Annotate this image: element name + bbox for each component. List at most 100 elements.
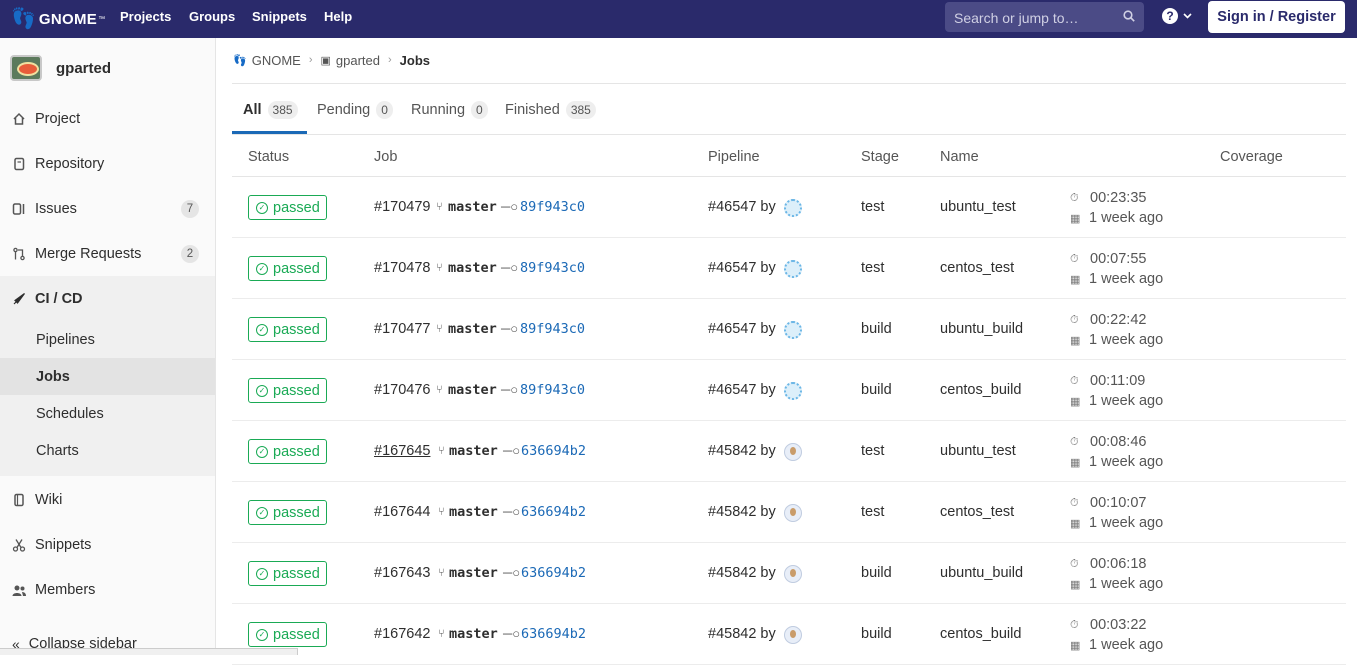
job-duration: 00:06:18 xyxy=(1090,556,1147,572)
search-input[interactable]: Search or jump to… xyxy=(945,2,1144,32)
column-header-coverage: Coverage xyxy=(1220,149,1283,165)
tab-finished[interactable]: Finished 385 xyxy=(505,100,596,120)
branch-name-link[interactable]: master xyxy=(449,504,498,520)
sidebar-item-issues[interactable]: Issues 7 xyxy=(0,186,215,231)
sidebar-item-merge-requests[interactable]: Merge Requests 2 xyxy=(0,231,215,276)
pipeline-link[interactable]: #45842 by xyxy=(708,626,776,642)
project-header[interactable]: gparted xyxy=(10,55,111,81)
commit-sha-link[interactable]: 89f943c0 xyxy=(520,199,585,215)
submenu-item-pipelines[interactable]: Pipelines xyxy=(0,321,215,358)
pipeline-link[interactable]: #46547 by xyxy=(708,260,776,276)
job-id-link[interactable]: #170478 xyxy=(374,260,430,276)
user-avatar[interactable] xyxy=(784,626,802,644)
user-avatar[interactable] xyxy=(784,504,802,522)
stopwatch-icon: ⏱ xyxy=(1070,497,1079,509)
stopwatch-icon: ⏱ xyxy=(1070,436,1079,448)
job-name: centos_build xyxy=(940,382,1022,398)
sidebar-item-members[interactable]: Members xyxy=(0,567,215,612)
sidebar-item-snippets[interactable]: Snippets xyxy=(0,522,215,567)
top-navbar: 👣 GNOME ™ Projects Groups Snippets Help … xyxy=(0,0,1357,38)
submenu-item-charts[interactable]: Charts xyxy=(0,432,215,469)
job-id-link[interactable]: #170477 xyxy=(374,321,430,337)
tab-running[interactable]: Running 0 xyxy=(411,100,488,120)
sidebar-item-repository[interactable]: Repository xyxy=(0,141,215,186)
job-id-link[interactable]: #167645 xyxy=(374,443,430,459)
sidebar-item-ci-cd[interactable]: CI / CD xyxy=(0,276,215,321)
user-avatar[interactable] xyxy=(784,321,802,339)
job-id-link[interactable]: #170476 xyxy=(374,382,430,398)
status-badge[interactable]: ✓ passed xyxy=(248,317,327,342)
tab-all[interactable]: All 385 xyxy=(243,100,298,120)
nav-snippets[interactable]: Snippets xyxy=(252,9,307,24)
job-name: centos_build xyxy=(940,626,1022,642)
status-badge[interactable]: ✓ passed xyxy=(248,195,327,220)
user-avatar[interactable] xyxy=(784,443,802,461)
branch-name-link[interactable]: master xyxy=(449,626,498,642)
branch-icon: ⑂ xyxy=(436,384,443,396)
status-badge[interactable]: ✓ passed xyxy=(248,256,327,281)
status-badge[interactable]: ✓ passed xyxy=(248,561,327,586)
commit-sha-link[interactable]: 636694b2 xyxy=(521,443,586,459)
pipeline-link[interactable]: #46547 by xyxy=(708,321,776,337)
commit-sha-link[interactable]: 636694b2 xyxy=(521,504,586,520)
breadcrumb-project[interactable]: gparted xyxy=(336,53,380,68)
branch-name-link[interactable]: master xyxy=(448,382,497,398)
sidebar-item-project[interactable]: Project xyxy=(0,96,215,141)
help-dropdown[interactable]: ? xyxy=(1162,8,1192,24)
job-finished-time: 1 week ago xyxy=(1089,576,1164,592)
branch-name-link[interactable]: master xyxy=(449,565,498,581)
commit-icon: ─○ xyxy=(501,260,519,275)
user-avatar[interactable] xyxy=(784,260,802,278)
commit-sha-link[interactable]: 636694b2 xyxy=(521,626,586,642)
job-id-link[interactable]: #167644 xyxy=(374,504,430,520)
sidebar: gparted Project Repository Issues 7 Merg… xyxy=(0,38,216,655)
job-id-link[interactable]: #167643 xyxy=(374,565,430,581)
sidebar-item-wiki[interactable]: Wiki xyxy=(0,477,215,522)
commit-sha-link[interactable]: 89f943c0 xyxy=(520,260,585,276)
job-id-link[interactable]: #167642 xyxy=(374,626,430,642)
branch-name-link[interactable]: master xyxy=(448,321,497,337)
nav-groups[interactable]: Groups xyxy=(189,9,235,24)
status-label: passed xyxy=(273,565,320,582)
branch-name-link[interactable]: master xyxy=(449,443,498,459)
submenu-item-jobs[interactable]: Jobs xyxy=(0,358,215,395)
commit-sha-link[interactable]: 89f943c0 xyxy=(520,382,585,398)
commit-icon: ─○ xyxy=(501,199,519,214)
sidebar-item-label: Merge Requests xyxy=(35,245,142,262)
branch-icon: ⑂ xyxy=(438,445,445,457)
job-finished-time: 1 week ago xyxy=(1089,393,1164,409)
pipeline-link[interactable]: #45842 by xyxy=(708,443,776,459)
check-circle-icon: ✓ xyxy=(256,628,268,641)
job-id-link[interactable]: #170479 xyxy=(374,199,430,215)
tab-pending[interactable]: Pending 0 xyxy=(317,100,393,120)
user-avatar[interactable] xyxy=(784,199,802,217)
branch-icon: ⑂ xyxy=(436,201,443,213)
submenu-item-label: Jobs xyxy=(36,368,70,385)
status-label: passed xyxy=(273,382,320,399)
nav-help[interactable]: Help xyxy=(324,9,352,24)
gnome-logo[interactable]: 👣 GNOME ™ xyxy=(11,6,105,32)
project-avatar xyxy=(10,55,42,81)
pipeline-link[interactable]: #46547 by xyxy=(708,199,776,215)
check-circle-icon: ✓ xyxy=(256,506,268,519)
pipeline-link[interactable]: #45842 by xyxy=(708,504,776,520)
commit-sha-link[interactable]: 89f943c0 xyxy=(520,321,585,337)
pipeline-link[interactable]: #45842 by xyxy=(708,565,776,581)
branch-name-link[interactable]: master xyxy=(448,199,497,215)
calendar-icon: ▦ xyxy=(1070,335,1081,347)
scissors-icon xyxy=(12,538,26,552)
commit-icon: ─○ xyxy=(503,504,521,519)
sign-in-button[interactable]: Sign in / Register xyxy=(1208,1,1345,33)
status-badge[interactable]: ✓ passed xyxy=(248,500,327,525)
branch-name-link[interactable]: master xyxy=(448,260,497,276)
commit-sha-link[interactable]: 636694b2 xyxy=(521,565,586,581)
status-badge[interactable]: ✓ passed xyxy=(248,622,327,647)
breadcrumb-group[interactable]: GNOME xyxy=(252,53,301,68)
user-avatar[interactable] xyxy=(784,565,802,583)
nav-projects[interactable]: Projects xyxy=(120,9,171,24)
pipeline-link[interactable]: #46547 by xyxy=(708,382,776,398)
user-avatar[interactable] xyxy=(784,382,802,400)
status-badge[interactable]: ✓ passed xyxy=(248,439,327,464)
submenu-item-schedules[interactable]: Schedules xyxy=(0,395,215,432)
status-badge[interactable]: ✓ passed xyxy=(248,378,327,403)
